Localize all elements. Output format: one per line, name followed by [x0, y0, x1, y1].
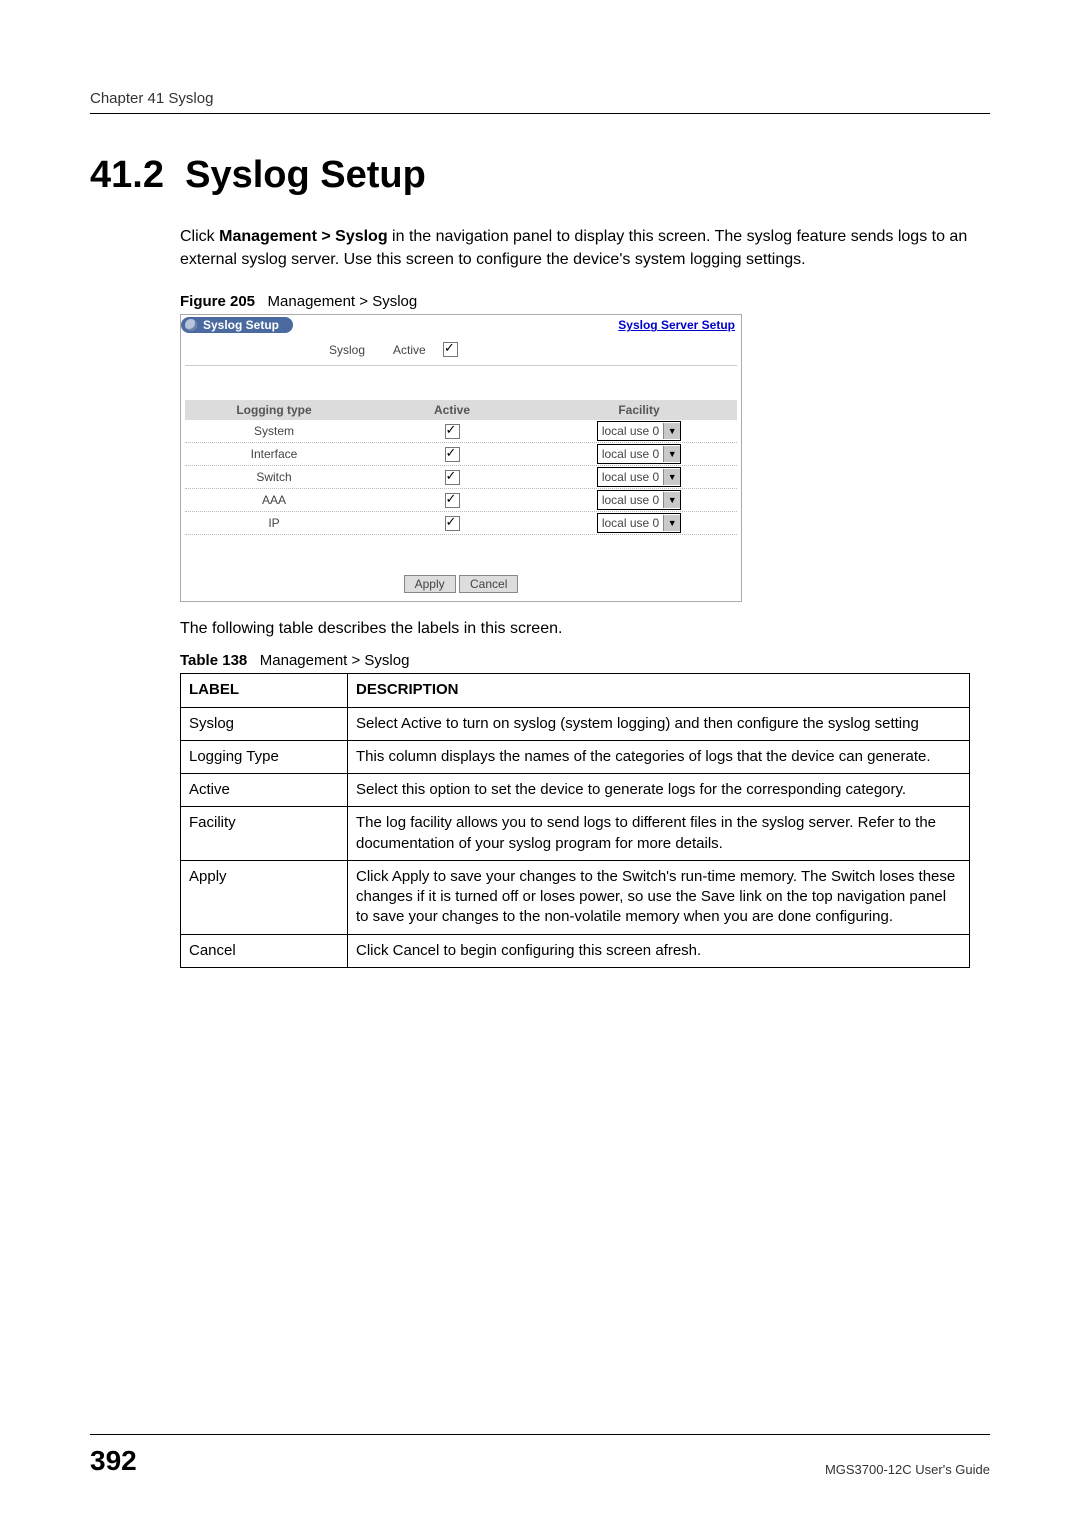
- running-header: Chapter 41 Syslog: [90, 90, 990, 114]
- table-caption-label: Table 138: [180, 652, 247, 669]
- facility-select[interactable]: local use 0 ▼: [597, 421, 681, 441]
- chevron-down-icon: ▼: [663, 446, 680, 462]
- panel-title-tab: Syslog Setup: [181, 317, 293, 333]
- chevron-down-icon: ▼: [663, 492, 680, 508]
- cell-label: Apply: [181, 860, 348, 934]
- table-row: Cancel Click Cancel to begin configuring…: [181, 934, 970, 967]
- cell-label: Cancel: [181, 934, 348, 967]
- table-intro-text: The following table describes the labels…: [180, 620, 990, 638]
- cell-desc: Click Cancel to begin configuring this s…: [348, 934, 970, 967]
- th-label: LABEL: [181, 674, 348, 707]
- chevron-down-icon: ▼: [663, 515, 680, 531]
- figure-caption-label: Figure 205: [180, 293, 255, 310]
- figure-titlebar: Syslog Setup Syslog Server Setup: [181, 315, 741, 335]
- row-active-checkbox[interactable]: [445, 470, 460, 485]
- figure-button-row: Apply Cancel: [181, 535, 741, 601]
- description-table: LABEL DESCRIPTION Syslog Select Active t…: [180, 673, 970, 968]
- cell-label: Active: [181, 774, 348, 807]
- syslog-server-setup-link[interactable]: Syslog Server Setup: [618, 318, 735, 332]
- intro-paragraph: Click Management > Syslog in the navigat…: [180, 225, 990, 271]
- row-name: System: [185, 424, 363, 438]
- facility-select[interactable]: local use 0 ▼: [597, 444, 681, 464]
- col-logging-type: Logging type: [185, 400, 363, 420]
- facility-value: local use 0: [602, 446, 663, 462]
- facility-select[interactable]: local use 0 ▼: [597, 467, 681, 487]
- table-row: Apply Click Apply to save your changes t…: [181, 860, 970, 934]
- row-name: Switch: [185, 470, 363, 484]
- row-name: AAA: [185, 493, 363, 507]
- cell-desc: Click Apply to save your changes to the …: [348, 860, 970, 934]
- chevron-down-icon: ▼: [663, 423, 680, 439]
- table-row: Switch local use 0 ▼: [185, 466, 737, 489]
- figure-syslog-setup: Syslog Setup Syslog Server Setup Syslog …: [180, 314, 742, 602]
- section-number: 41.2: [90, 154, 164, 196]
- cell-label: Facility: [181, 807, 348, 861]
- cell-desc: Select this option to set the device to …: [348, 774, 970, 807]
- active-label: Active: [393, 343, 443, 357]
- nav-path: Management > Syslog: [219, 228, 388, 245]
- table-row: Logging Type This column displays the na…: [181, 740, 970, 773]
- cell-label: Logging Type: [181, 740, 348, 773]
- col-active: Active: [363, 400, 541, 420]
- cell-desc: Select Active to turn on syslog (system …: [348, 707, 970, 740]
- figure-caption: Figure 205 Management > Syslog: [180, 293, 990, 310]
- table-row: Syslog Select Active to turn on syslog (…: [181, 707, 970, 740]
- page-number: 392: [90, 1445, 137, 1477]
- table-caption: Table 138 Management > Syslog: [180, 652, 990, 669]
- section-title-text: Syslog Setup: [185, 154, 426, 196]
- guide-name: MGS3700-12C User's Guide: [825, 1462, 990, 1477]
- row-active-checkbox[interactable]: [445, 493, 460, 508]
- syslog-active-row: Syslog Active: [185, 337, 737, 366]
- section-heading: 41.2 Syslog Setup: [90, 154, 990, 197]
- figure-spacer: [181, 366, 741, 400]
- table-row: Facility The log facility allows you to …: [181, 807, 970, 861]
- cell-label: Syslog: [181, 707, 348, 740]
- row-active-checkbox[interactable]: [445, 424, 460, 439]
- cancel-button[interactable]: Cancel: [459, 575, 518, 593]
- facility-select[interactable]: local use 0 ▼: [597, 513, 681, 533]
- chevron-down-icon: ▼: [663, 469, 680, 485]
- row-active-checkbox[interactable]: [445, 447, 460, 462]
- apply-button[interactable]: Apply: [404, 575, 456, 593]
- syslog-active-checkbox[interactable]: [443, 342, 458, 357]
- row-active-checkbox[interactable]: [445, 516, 460, 531]
- logging-table-head: Logging type Active Facility: [185, 400, 737, 420]
- page-footer: 392 MGS3700-12C User's Guide: [90, 1434, 990, 1477]
- row-name: IP: [185, 516, 363, 530]
- facility-value: local use 0: [602, 515, 663, 531]
- intro-pre: Click: [180, 228, 219, 245]
- logging-table: Logging type Active Facility System loca…: [185, 400, 737, 535]
- table-header-row: LABEL DESCRIPTION: [181, 674, 970, 707]
- facility-value: local use 0: [602, 469, 663, 485]
- figure-caption-text: Management > Syslog: [268, 293, 418, 310]
- col-facility: Facility: [541, 400, 737, 420]
- row-name: Interface: [185, 447, 363, 461]
- cell-desc: The log facility allows you to send logs…: [348, 807, 970, 861]
- facility-value: local use 0: [602, 492, 663, 508]
- cell-desc: This column displays the names of the ca…: [348, 740, 970, 773]
- panel-title-text: Syslog Setup: [203, 318, 279, 332]
- table-row: IP local use 0 ▼: [185, 512, 737, 535]
- facility-value: local use 0: [602, 423, 663, 439]
- table-row: Interface local use 0 ▼: [185, 443, 737, 466]
- syslog-label: Syslog: [195, 343, 393, 357]
- table-row: AAA local use 0 ▼: [185, 489, 737, 512]
- facility-select[interactable]: local use 0 ▼: [597, 490, 681, 510]
- th-description: DESCRIPTION: [348, 674, 970, 707]
- table-row: Active Select this option to set the dev…: [181, 774, 970, 807]
- table-caption-text: Management > Syslog: [260, 652, 410, 669]
- table-row: System local use 0 ▼: [185, 420, 737, 443]
